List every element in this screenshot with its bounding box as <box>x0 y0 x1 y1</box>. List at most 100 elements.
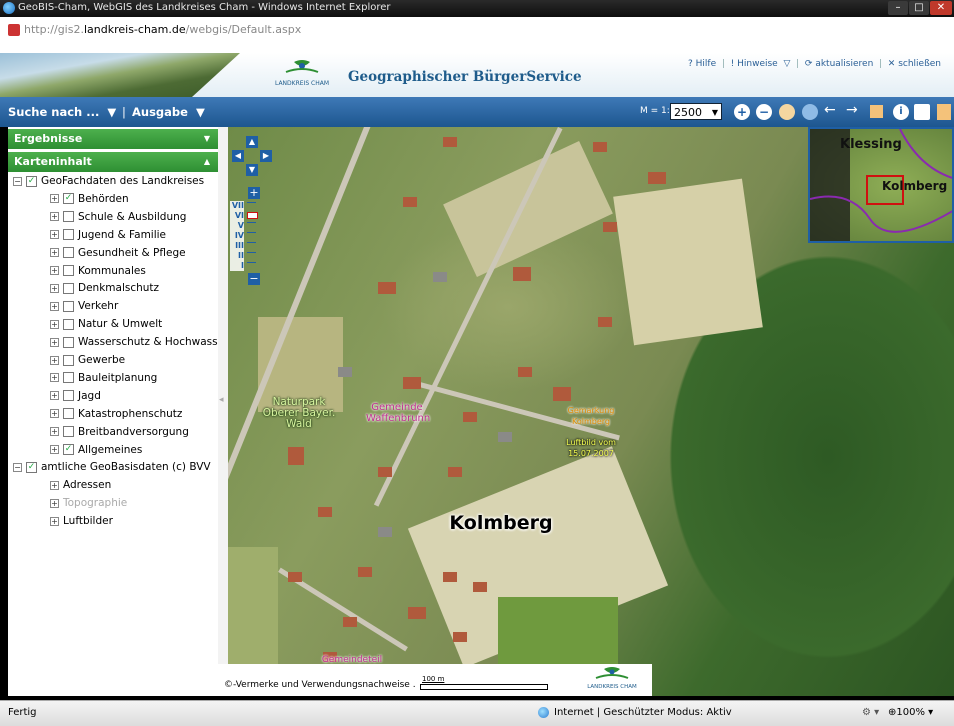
expand-toggle-icon[interactable]: + <box>50 266 59 275</box>
expand-toggle-icon[interactable]: + <box>50 230 59 240</box>
expand-toggle-icon[interactable]: + <box>50 391 59 401</box>
panel-splitter[interactable]: ◂ <box>218 127 228 696</box>
maximize-button[interactable]: □ <box>909 1 929 15</box>
overview-map[interactable]: Klessing Kolmberg <box>808 127 954 243</box>
expand-toggle-icon[interactable]: + <box>50 212 59 222</box>
layer-checkbox[interactable] <box>63 282 74 294</box>
expand-toggle-icon[interactable]: + <box>50 480 59 490</box>
layer-checkbox[interactable] <box>63 354 74 366</box>
scale-select[interactable]: 2500 ▼ <box>670 103 722 120</box>
collapse-toggle-icon[interactable]: − <box>13 176 22 186</box>
zoom-level-i[interactable]: I <box>230 261 262 271</box>
close-icon[interactable]: ✕ <box>888 59 896 69</box>
pan-left-icon[interactable]: ◀ <box>232 150 244 162</box>
results-header[interactable]: Ergebnisse ▼ <box>8 129 218 149</box>
zoom-level-vii[interactable]: VII <box>230 201 262 211</box>
expand-toggle-icon[interactable]: + <box>50 337 59 347</box>
layer-checkbox[interactable]: ✓ <box>63 444 74 455</box>
base-layer-item[interactable]: + Luftbilder <box>50 515 113 531</box>
close-link[interactable]: schließen <box>898 59 941 69</box>
map-content-header[interactable]: Karteninhalt ▲ <box>8 152 218 172</box>
layer-group-geobasisdaten[interactable]: − ✓ amtliche GeoBasisdaten (c) BVV <box>13 461 211 477</box>
layer-item[interactable]: + ✓ Allgemeines <box>50 444 142 460</box>
layer-checkbox[interactable] <box>63 300 74 312</box>
layer-item[interactable]: + Katastrophenschutz <box>50 408 182 424</box>
minimize-button[interactable]: – <box>888 1 908 15</box>
layer-checkbox[interactable] <box>63 265 74 276</box>
zoom-level-v[interactable]: V <box>230 221 262 231</box>
zoom-level[interactable]: ⊕100% ▾ <box>888 707 933 718</box>
layer-checkbox[interactable]: ✓ <box>26 175 37 187</box>
refresh-icon[interactable]: ⟳ <box>805 59 813 69</box>
layer-checkbox[interactable]: ✓ <box>26 461 37 473</box>
pan-right-icon[interactable]: ▶ <box>260 150 272 162</box>
pan-hand-icon[interactable] <box>779 104 795 120</box>
forward-arrow-icon[interactable]: → <box>846 102 858 118</box>
expand-toggle-icon[interactable]: + <box>50 445 59 454</box>
layer-item[interactable]: + Jugend & Familie <box>50 229 166 245</box>
url-text[interactable]: http://gis2.landkreis-cham.de/webgis/Def… <box>24 23 301 36</box>
layer-checkbox[interactable] <box>63 372 74 384</box>
close-window-button[interactable]: ✕ <box>930 1 952 15</box>
output-menu[interactable]: Ausgabe ▼ <box>132 105 205 119</box>
refresh-link[interactable]: aktualisieren <box>815 59 873 69</box>
layer-checkbox[interactable] <box>63 426 74 438</box>
layer-checkbox[interactable] <box>63 390 74 402</box>
pan-down-icon[interactable]: ▼ <box>246 164 258 176</box>
layer-checkbox[interactable] <box>63 408 74 420</box>
zoom-level-tick[interactable] <box>247 202 256 209</box>
layer-item[interactable]: + Denkmalschutz <box>50 282 159 298</box>
layer-item[interactable]: + Kommunales <box>50 265 146 281</box>
collapse-toggle-icon[interactable]: − <box>13 462 22 472</box>
copyright-link[interactable]: ©-Vermerke und Verwendungsnachweise . <box>224 680 416 690</box>
clear-selection-icon[interactable] <box>870 105 883 118</box>
layer-item[interactable]: + Jagd <box>50 390 101 406</box>
layer-checkbox[interactable] <box>63 229 74 241</box>
full-extent-icon[interactable] <box>802 104 818 120</box>
layer-checkbox[interactable] <box>63 318 74 330</box>
layer-item[interactable]: + Gesundheit & Pflege <box>50 247 186 263</box>
zoom-level-iv[interactable]: IV <box>230 231 262 241</box>
layer-checkbox[interactable]: ✓ <box>63 193 74 205</box>
expand-toggle-icon[interactable]: + <box>50 319 59 329</box>
layer-item[interactable]: + Verkehr <box>50 300 118 316</box>
layer-item[interactable]: + Schule & Ausbildung <box>50 211 186 227</box>
security-zone-text[interactable]: Internet | Geschützter Modus: Aktiv <box>554 707 732 718</box>
help-link[interactable]: ? Hilfe <box>688 59 716 69</box>
layer-item[interactable]: + Wasserschutz & Hochwasser <box>50 336 228 352</box>
expand-toggle-icon[interactable]: + <box>50 355 59 365</box>
expand-toggle-icon[interactable]: + <box>50 516 59 526</box>
zoom-slider[interactable]: + VII VI V IV III II I − <box>230 187 262 289</box>
address-bar[interactable]: http://gis2.landkreis-cham.de/webgis/Def… <box>0 17 954 54</box>
zoom-level-tick[interactable] <box>247 252 256 259</box>
layer-checkbox[interactable] <box>63 336 74 348</box>
hints-link[interactable]: ! Hinweise <box>731 59 778 69</box>
zoom-level-ii[interactable]: II <box>230 251 262 261</box>
zoom-level-tick[interactable] <box>247 212 258 219</box>
layer-item[interactable]: + Gewerbe <box>50 354 125 370</box>
zoom-level-tick[interactable] <box>247 242 256 249</box>
layer-checkbox[interactable] <box>63 211 74 223</box>
zoom-slider-plus-icon[interactable]: + <box>248 187 260 199</box>
protected-mode-icon[interactable]: ⚙ ▾ <box>862 707 879 718</box>
zoom-level-iii[interactable]: III <box>230 241 262 251</box>
hints-dropdown-icon[interactable]: ▽ <box>781 59 790 69</box>
zoom-out-icon[interactable]: − <box>756 104 772 120</box>
info-icon[interactable]: i <box>893 104 909 120</box>
zoom-in-icon[interactable]: + <box>734 104 750 120</box>
zoom-level-vi[interactable]: VI <box>230 211 262 221</box>
expand-toggle-icon[interactable]: + <box>50 427 59 437</box>
search-menu[interactable]: Suche nach ... ▼ <box>8 105 116 119</box>
measure-icon[interactable] <box>914 104 930 120</box>
layer-item[interactable]: + ✓ Behörden <box>50 193 129 209</box>
collapse-arrow-icon[interactable]: ◂ <box>219 395 224 405</box>
expand-toggle-icon[interactable]: + <box>50 194 59 204</box>
layer-item[interactable]: + Bauleitplanung <box>50 372 157 388</box>
zoom-slider-minus-icon[interactable]: − <box>248 273 260 285</box>
back-arrow-icon[interactable]: ← <box>824 102 836 118</box>
layer-group-fachdaten[interactable]: − ✓ GeoFachdaten des Landkreises <box>13 175 204 191</box>
zoom-level-tick[interactable] <box>247 232 256 239</box>
expand-toggle-icon[interactable]: + <box>50 283 59 293</box>
print-icon[interactable] <box>937 104 951 120</box>
expand-toggle-icon[interactable]: + <box>50 409 59 419</box>
